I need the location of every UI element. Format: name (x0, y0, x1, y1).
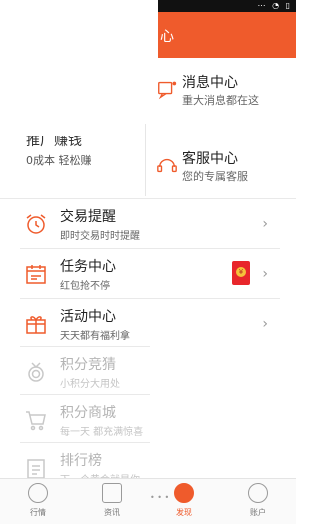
customer-service-title: 客服中心 (182, 151, 238, 167)
medal-icon (28, 362, 44, 382)
row-divider (20, 298, 280, 299)
points-mall-title: 积分商城 (60, 405, 116, 421)
promotion-title: 推广赚钱 (26, 133, 82, 149)
leaderboard-title: 排行榜 (60, 453, 102, 469)
section-divider (0, 198, 296, 199)
row-divider (20, 346, 150, 347)
menu-item-points-quiz[interactable]: 积分竞猜 小积分大用处 (0, 348, 296, 398)
tab-discover[interactable]: 发现 (164, 483, 204, 523)
points-quiz-subtitle: 小积分大用处 (60, 379, 120, 390)
status-icons: ⋯ ◔ ▯ (257, 1, 292, 10)
tab-market[interactable]: 行情 (18, 483, 58, 523)
tab-market-label: 行情 (30, 508, 46, 517)
menu-item-activity-center[interactable]: 活动中心 天天都有福利拿 › (0, 300, 296, 350)
row-divider (20, 394, 150, 395)
calendar-icon (26, 265, 46, 284)
activity-center-title: 活动中心 (60, 309, 116, 325)
red-packet-coin: ¥ (236, 267, 246, 277)
activity-center-subtitle: 天天都有福利拿 (60, 331, 130, 342)
tab-news-label: 资讯 (104, 508, 120, 517)
cart-icon (26, 411, 46, 431)
message-center-title: 消息中心 (182, 75, 238, 91)
task-center-subtitle: 红包抢不停 (60, 281, 110, 292)
ranking-icon (27, 459, 45, 479)
tab-account[interactable]: 账户 (238, 483, 278, 523)
promotion-subtitle: 0成本 轻松赚 (26, 154, 92, 167)
card-divider (145, 124, 146, 196)
customer-service-subtitle: 您的专属客服 (182, 170, 248, 183)
status-bar: ⋯ ◔ ▯ (158, 0, 296, 12)
chart-icon (28, 483, 48, 503)
bottom-tab-bar: 行情 资讯 • • • 发现 账户 (0, 478, 296, 524)
trade-alert-title: 交易提醒 (60, 209, 116, 225)
menu-item-points-mall[interactable]: 积分商城 每一天 都充满惊喜 (0, 396, 296, 446)
user-icon (248, 483, 268, 503)
headset-icon (157, 158, 177, 173)
customer-service-card[interactable]: 客服中心 您的专属客服 (150, 142, 296, 202)
points-mall-subtitle: 每一天 都充满惊喜 (60, 427, 144, 438)
chevron-right-icon: › (262, 216, 268, 232)
row-divider (20, 248, 280, 249)
tab-account-label: 账户 (250, 508, 266, 517)
message-icon (158, 81, 177, 100)
message-center-subtitle: 重大消息都在这 (182, 94, 259, 107)
chevron-right-icon: › (262, 266, 268, 282)
red-packet-icon: ¥ (232, 261, 250, 285)
menu-item-trade-alert[interactable]: 交易提醒 即时交易时时提醒 › (0, 200, 296, 250)
compass-icon (174, 483, 194, 503)
task-center-title: 任务中心 (60, 259, 116, 275)
header-bar: 心 (158, 12, 296, 58)
chevron-right-icon: › (262, 316, 268, 332)
alarm-clock-icon (26, 214, 46, 234)
points-quiz-title: 积分竞猜 (60, 357, 116, 373)
tab-discover-label: 发现 (176, 508, 192, 517)
trade-alert-subtitle: 即时交易时时提醒 (60, 231, 140, 242)
menu-item-task-center[interactable]: 任务中心 红包抢不停 › (0, 250, 296, 300)
tab-news[interactable]: 资讯 (92, 483, 132, 523)
message-center-card[interactable]: 消息中心 重大消息都在这 (150, 66, 296, 126)
gift-icon (26, 316, 46, 334)
news-icon (102, 483, 122, 503)
row-divider (20, 442, 150, 443)
header-title-fragment: 心 (160, 29, 174, 45)
